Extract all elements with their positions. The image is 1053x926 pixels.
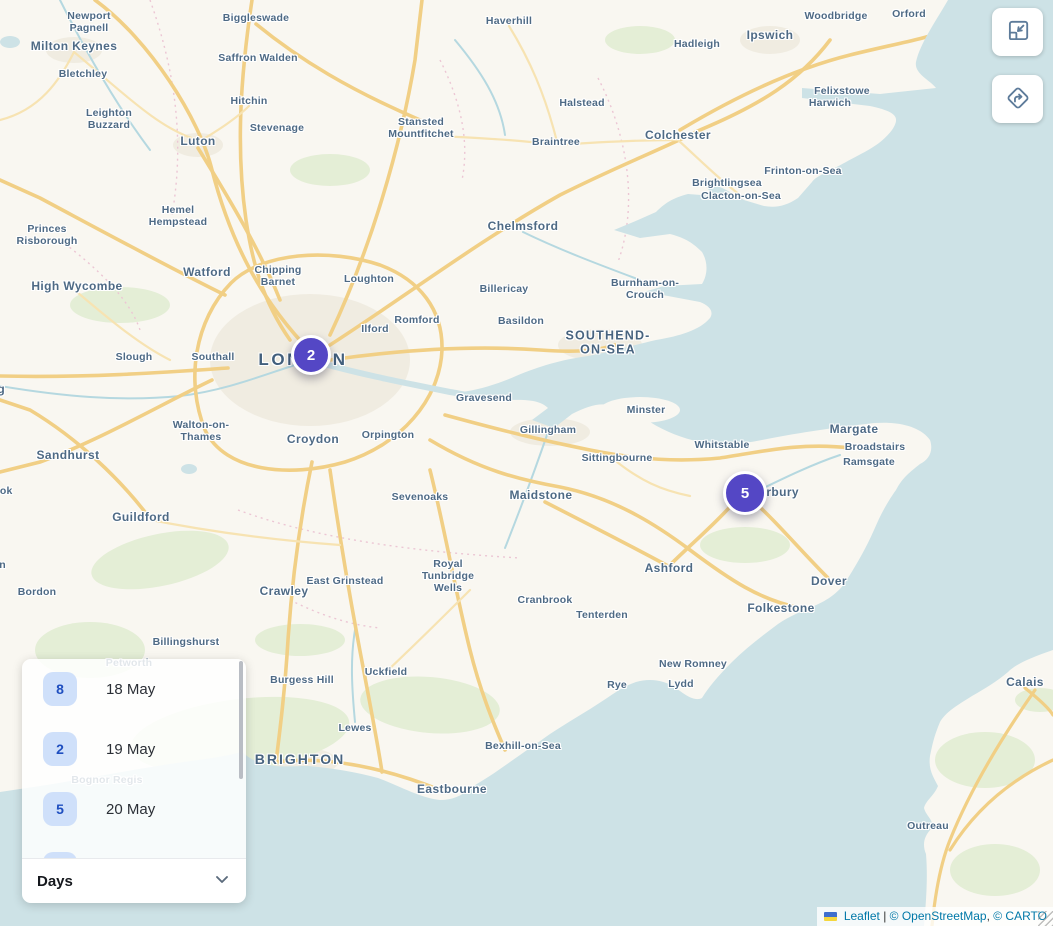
days-dropdown-toggle[interactable]: Days [22, 858, 246, 903]
day-rows: 8 18 May 2 19 May 5 20 May [22, 659, 246, 858]
attribution-comma: , [987, 909, 990, 923]
day-count-badge [43, 852, 77, 858]
attribution-divider: | [883, 909, 886, 923]
map-app: Newport PagnellMilton KeynesBiggleswadeH… [0, 0, 1053, 926]
day-row[interactable]: 2 19 May [22, 719, 246, 779]
day-count-badge: 8 [43, 672, 77, 706]
directions-button[interactable] [992, 75, 1043, 123]
attribution-bar: Leaflet | © OpenStreetMap, © CARTO [817, 907, 1053, 926]
openstreetmap-link[interactable]: © OpenStreetMap [890, 909, 987, 923]
days-dropdown-label: Days [37, 873, 73, 890]
collapse-button[interactable] [992, 8, 1043, 56]
collapse-icon [1005, 18, 1031, 47]
day-count-badge: 5 [43, 792, 77, 826]
day-count-badge: 2 [43, 732, 77, 766]
directions-icon [1005, 85, 1031, 114]
sheppey-island [600, 397, 680, 423]
day-row[interactable]: 5 20 May [22, 779, 246, 839]
day-row[interactable]: 8 18 May [22, 659, 246, 719]
scrollbar-thumb[interactable] [239, 661, 243, 779]
ukraine-flag-icon [824, 912, 837, 921]
day-date-label: 20 May [106, 801, 155, 818]
day-row[interactable] [22, 839, 246, 858]
cluster-marker[interactable]: 2 [291, 335, 331, 375]
leaflet-link[interactable]: Leaflet [844, 909, 880, 923]
cluster-marker[interactable]: 5 [723, 471, 767, 515]
day-list[interactable]: 8 18 May 2 19 May 5 20 May [22, 659, 246, 858]
day-panel: 8 18 May 2 19 May 5 20 May Days [22, 659, 246, 903]
day-date-label: 19 May [106, 741, 155, 758]
day-date-label: 18 May [106, 681, 155, 698]
tile-corner-hatch [1038, 911, 1053, 926]
chevron-down-icon [213, 870, 231, 893]
